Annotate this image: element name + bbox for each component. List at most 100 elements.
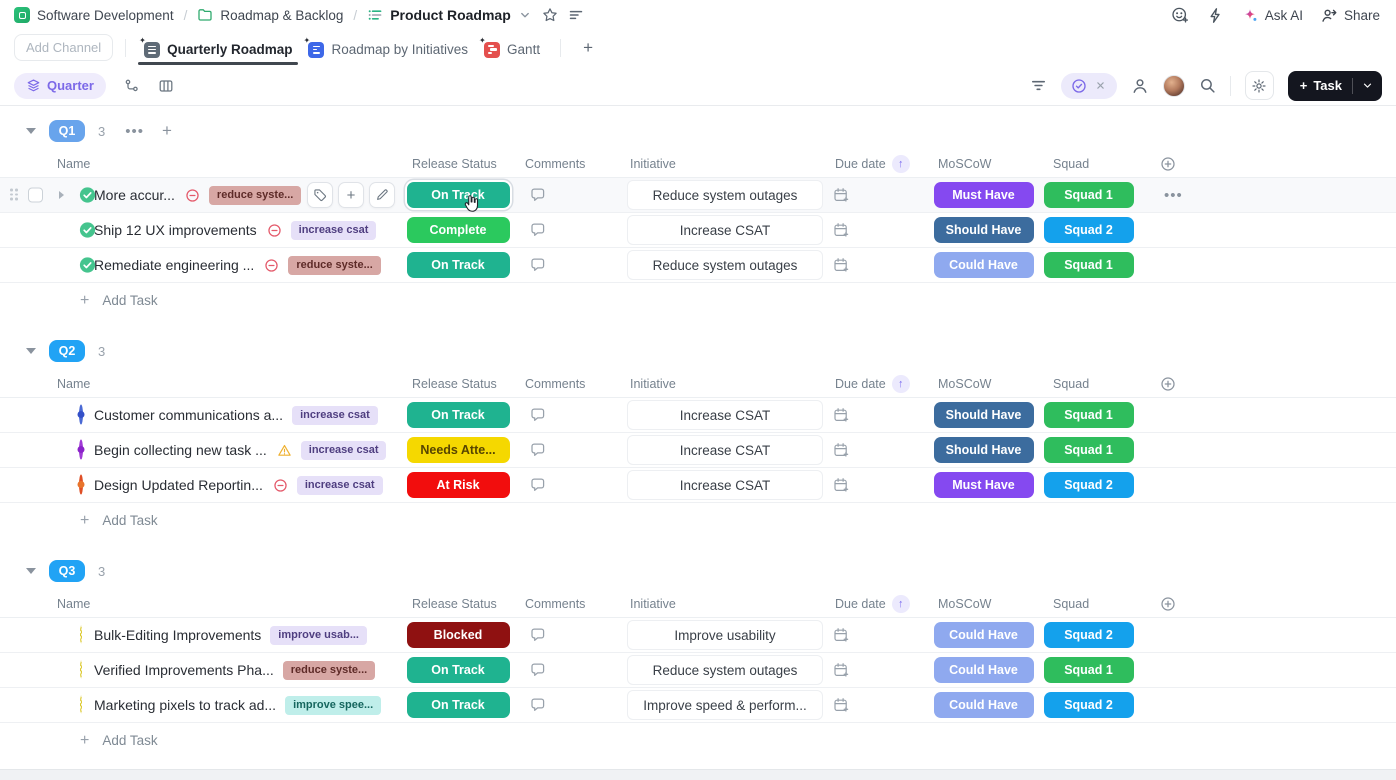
task-tag[interactable]: increase csat <box>301 441 387 460</box>
blocked-dependency-icon[interactable] <box>267 223 282 238</box>
moscow-pill[interactable]: Must Have <box>934 472 1034 498</box>
group-pill[interactable]: Q2 <box>49 340 85 362</box>
column-header-squad[interactable]: Squad <box>1037 597 1140 611</box>
share-button[interactable]: Share <box>1321 7 1380 24</box>
close-icon[interactable] <box>1094 79 1107 92</box>
initiative-value[interactable]: Increase CSAT <box>627 470 823 500</box>
squad-pill[interactable]: Squad 1 <box>1044 657 1134 683</box>
breadcrumb-folder[interactable]: Roadmap & Backlog <box>197 7 343 23</box>
task-tag[interactable]: increase csat <box>291 221 377 240</box>
new-task-button[interactable]: +Task <box>1288 71 1382 101</box>
table-row[interactable]: Bulk-Editing Improvements improve usab..… <box>0 618 1396 653</box>
column-header-squad[interactable]: Squad <box>1037 377 1140 391</box>
column-header-release-status[interactable]: Release Status <box>400 157 516 171</box>
assignee-icon[interactable] <box>1131 77 1149 95</box>
task-tag[interactable]: increase csat <box>297 476 383 495</box>
blocked-dependency-icon[interactable] <box>185 188 200 203</box>
column-header-comments[interactable]: Comments <box>516 157 620 171</box>
blocked-dependency-icon[interactable] <box>273 478 288 493</box>
initiative-value[interactable]: Reduce system outages <box>627 250 823 280</box>
squad-pill[interactable]: Squad 1 <box>1044 182 1134 208</box>
squad-pill[interactable]: Squad 1 <box>1044 437 1134 463</box>
moscow-pill[interactable]: Should Have <box>934 402 1034 428</box>
group-add-task-icon[interactable]: + <box>162 121 172 141</box>
release-status-pill[interactable]: Complete <box>407 217 510 243</box>
table-row[interactable]: Remediate engineering ... reduce syste..… <box>0 248 1396 283</box>
status-todo-icon[interactable] <box>79 662 96 679</box>
moscow-pill[interactable]: Could Have <box>934 252 1034 278</box>
comment-icon[interactable] <box>530 222 546 238</box>
initiative-value[interactable]: Reduce system outages <box>627 655 823 685</box>
add-view-button[interactable]: + <box>583 38 593 58</box>
ask-ai-button[interactable]: Ask AI <box>1242 7 1303 24</box>
comment-icon[interactable] <box>530 477 546 493</box>
column-header-comments[interactable]: Comments <box>516 377 620 391</box>
add-task-button[interactable]: +Add Task <box>0 503 1396 538</box>
table-row[interactable]: Customer communications a... increase cs… <box>0 398 1396 433</box>
column-header-release-status[interactable]: Release Status <box>400 377 516 391</box>
initiative-value[interactable]: Increase CSAT <box>627 435 823 465</box>
moscow-pill[interactable]: Could Have <box>934 622 1034 648</box>
table-row[interactable]: Marketing pixels to track ad... improve … <box>0 688 1396 723</box>
column-header-due-date[interactable]: Due date↑ <box>830 155 930 173</box>
task-name[interactable]: Remediate engineering ... <box>94 257 254 273</box>
initiative-value[interactable]: Improve usability <box>627 620 823 650</box>
status-todo-icon[interactable] <box>79 697 96 714</box>
moscow-pill[interactable]: Must Have <box>934 182 1034 208</box>
table-row[interactable]: More accur... reduce syste... + On Track… <box>0 178 1396 213</box>
calendar-plus-icon[interactable] <box>833 442 849 458</box>
sort-ascending-icon[interactable]: ↑ <box>892 375 910 393</box>
task-name[interactable]: More accur... <box>94 187 175 203</box>
table-row[interactable]: Design Updated Reportin... increase csat… <box>0 468 1396 503</box>
task-name[interactable]: Customer communications a... <box>94 407 283 423</box>
calendar-plus-icon[interactable] <box>833 407 849 423</box>
warning-dependency-icon[interactable] <box>277 443 292 458</box>
add-column-icon[interactable] <box>1140 596 1396 612</box>
rename-button[interactable] <box>369 182 395 208</box>
task-tag[interactable]: reduce syste... <box>288 256 380 275</box>
task-name[interactable]: Design Updated Reportin... <box>94 477 263 493</box>
task-tag[interactable]: reduce syste... <box>209 186 301 205</box>
expand-arrow-icon[interactable] <box>59 191 64 199</box>
task-dropdown-chevron[interactable] <box>1353 79 1382 92</box>
calendar-plus-icon[interactable] <box>833 222 849 238</box>
squad-pill[interactable]: Squad 2 <box>1044 217 1134 243</box>
settings-button[interactable] <box>1245 71 1274 100</box>
comment-icon[interactable] <box>530 662 546 678</box>
task-name[interactable]: Marketing pixels to track ad... <box>94 697 276 713</box>
search-icon[interactable] <box>1199 77 1216 94</box>
favorite-star-icon[interactable] <box>542 7 558 23</box>
add-task-button[interactable]: +Add Task <box>0 723 1396 758</box>
emoji-add-icon[interactable] <box>1171 6 1189 24</box>
calendar-plus-icon[interactable] <box>833 257 849 273</box>
initiative-value[interactable]: Improve speed & perform... <box>627 690 823 720</box>
release-status-pill[interactable]: On Track <box>407 402 510 428</box>
task-name[interactable]: Begin collecting new task ... <box>94 442 267 458</box>
column-header-name[interactable]: Name <box>0 597 400 611</box>
release-status-pill[interactable]: On Track <box>407 692 510 718</box>
add-subtask-button[interactable]: + <box>338 182 364 208</box>
collapse-caret-icon[interactable] <box>26 348 36 354</box>
status-in-progress-icon[interactable] <box>79 407 96 424</box>
column-header-moscow[interactable]: MoSCoW <box>930 157 1037 171</box>
calendar-plus-icon[interactable] <box>833 187 849 203</box>
task-name[interactable]: Bulk-Editing Improvements <box>94 627 261 643</box>
column-header-due-date[interactable]: Due date↑ <box>830 595 930 613</box>
release-status-pill[interactable]: On Track <box>407 252 510 278</box>
task-tag[interactable]: increase csat <box>292 406 378 425</box>
add-column-icon[interactable] <box>1140 376 1396 392</box>
collapse-caret-icon[interactable] <box>26 568 36 574</box>
calendar-plus-icon[interactable] <box>833 662 849 678</box>
group-pill[interactable]: Q1 <box>49 120 85 142</box>
table-row[interactable]: Verified Improvements Pha... reduce syst… <box>0 653 1396 688</box>
column-header-initiative[interactable]: Initiative <box>620 597 830 611</box>
moscow-pill[interactable]: Could Have <box>934 657 1034 683</box>
tab-roadmap-by-initiatives[interactable]: Roadmap by Initiatives <box>300 32 476 62</box>
status-complete-icon[interactable] <box>79 187 96 204</box>
row-checkbox[interactable] <box>28 188 43 203</box>
column-header-moscow[interactable]: MoSCoW <box>930 377 1037 391</box>
blocked-dependency-icon[interactable] <box>264 258 279 273</box>
status-complete-icon[interactable] <box>79 222 96 239</box>
status-todo-icon[interactable] <box>79 627 96 644</box>
column-header-due-date[interactable]: Due date↑ <box>830 375 930 393</box>
